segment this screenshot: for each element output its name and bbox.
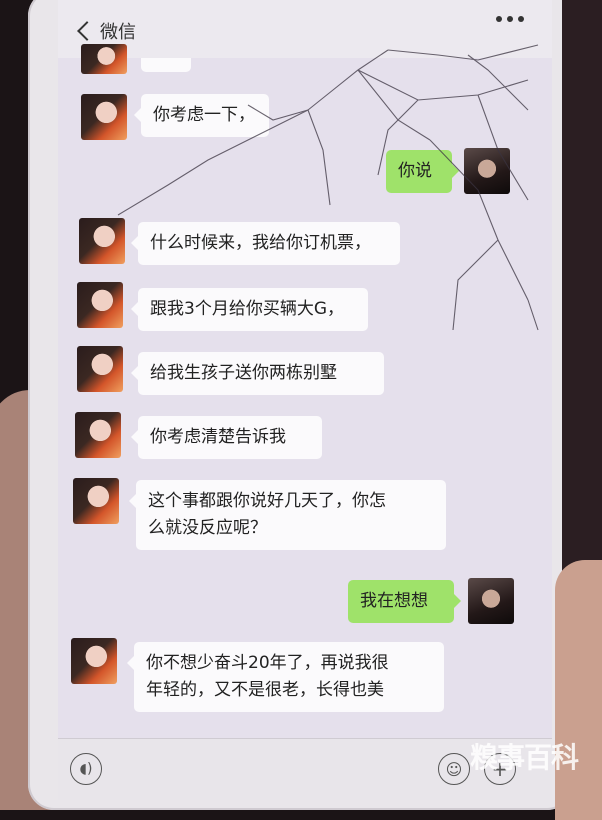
message-line: 你不想少奋斗20年了，再说我很 — [146, 653, 389, 673]
more-options-icon[interactable] — [496, 16, 524, 22]
message-line: 年轻的，又不是很老，长得也美 — [146, 680, 384, 700]
received-message[interactable]: 这个事都跟你说好几天了，你怎 么就没反应呢？ — [129, 480, 446, 550]
cropped-message-bubble — [141, 58, 191, 72]
contact-avatar[interactable] — [81, 94, 127, 140]
received-message[interactable]: 什么时候来，我给你订机票， — [131, 222, 400, 265]
received-message[interactable]: 你考虑一下， — [134, 94, 269, 137]
message-line: 么就没反应呢？ — [148, 518, 267, 538]
voice-icon[interactable]: ◖) — [70, 753, 102, 785]
contact-avatar[interactable] — [75, 412, 121, 458]
nav-bar: 微信 — [58, 0, 552, 58]
my-avatar[interactable] — [468, 578, 514, 624]
contact-avatar[interactable] — [77, 346, 123, 392]
contact-avatar[interactable] — [73, 478, 119, 524]
contact-avatar[interactable] — [71, 638, 117, 684]
chevron-left-icon — [77, 21, 97, 41]
received-message[interactable]: 给我生孩子送你两栋别墅 — [131, 352, 384, 395]
my-avatar[interactable] — [464, 148, 510, 194]
sent-message[interactable]: 你说 — [386, 150, 459, 193]
contact-avatar[interactable] — [81, 44, 127, 74]
contact-avatar[interactable] — [79, 218, 125, 264]
received-message[interactable]: 你考虑清楚告诉我 — [131, 416, 322, 459]
chat-screen: 微信 你考虑一下， 你说 什么时候来，我给你订机票， 跟我3个月给你买辆大G， … — [58, 0, 552, 800]
back-label: 微信 — [100, 22, 136, 43]
contact-avatar[interactable] — [77, 282, 123, 328]
watermark-logo: 糗事百科 — [470, 741, 579, 774]
received-message[interactable]: 你不想少奋斗20年了，再说我很 年轻的，又不是很老，长得也美 — [127, 642, 444, 712]
message-line: 这个事都跟你说好几天了，你怎 — [148, 491, 386, 511]
emoji-icon[interactable]: ☺ — [438, 753, 470, 785]
received-message[interactable]: 跟我3个月给你买辆大G， — [131, 288, 368, 331]
right-hand — [555, 560, 602, 820]
sent-message[interactable]: 我在想想 — [348, 580, 461, 623]
back-button[interactable]: 微信 — [77, 18, 136, 44]
